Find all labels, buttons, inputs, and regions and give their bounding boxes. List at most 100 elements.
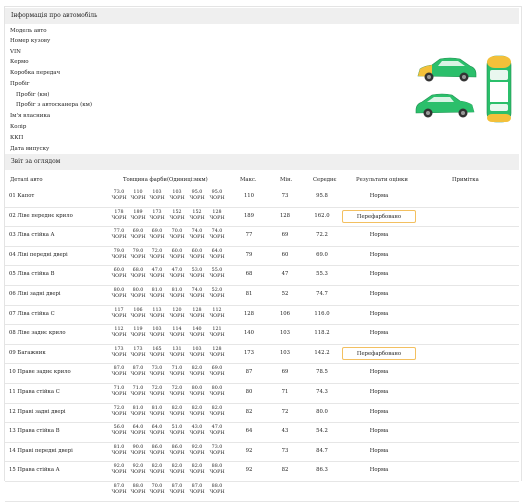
part-name: 03 Ліва стійка A: [9, 232, 55, 239]
min-value: 73: [281, 193, 289, 199]
max-value: 80: [245, 389, 253, 395]
part-name: 05 Ліва стійка B: [9, 271, 55, 278]
thickness-cell: 80.0 ЧОРН: [129, 288, 147, 300]
thickness-cell: 103 ЧОРН: [148, 327, 166, 339]
thickness-cell: 74.0 ЧОРН: [208, 229, 226, 241]
thickness-unit: ЧОРН: [209, 274, 225, 280]
thickness-unit: ЧОРН: [111, 352, 127, 358]
field-color: Колір: [10, 124, 27, 130]
thickness-cell: 82.0 ЧОРН: [168, 406, 186, 418]
avg-value: 78.5: [316, 369, 328, 376]
thickness-cell: 121 ЧОРН: [208, 327, 226, 339]
thickness-unit: ЧОРН: [169, 196, 185, 201]
thickness-cell: 103 ЧОРН: [148, 190, 166, 202]
table-row: 04 Ліві передні двері 79.0 ЧОРН 79.0 ЧОРН 72.…: [5, 246, 519, 267]
thickness-unit: ЧОРН: [209, 411, 225, 417]
thickness-unit: ЧОРН: [149, 431, 165, 437]
thickness-unit: ЧОРН: [189, 196, 205, 201]
thickness-cell: 152 ЧОРН: [188, 210, 206, 222]
max-value: 110: [243, 193, 255, 199]
thickness-cell: 52.0 ЧОРН: [208, 288, 226, 300]
thickness-cell: 82.0 ЧОРН: [188, 464, 206, 476]
avg-value: 69.0: [316, 251, 328, 258]
avg-value: 84.7: [316, 447, 328, 454]
thickness-unit: ЧОРН: [209, 470, 225, 476]
thickness-cell: 73.0 ЧОРН: [110, 190, 128, 202]
col-min: Мін.: [280, 177, 293, 183]
thickness-cell: 80.0 ЧОРН: [188, 386, 206, 398]
thickness-cell: 81.0 ЧОРН: [148, 288, 166, 300]
thickness-cell: 73.0 ЧОРН: [148, 366, 166, 378]
field-mileage-km: Пробіг (км): [16, 92, 50, 98]
thickness-cell: 87.0 ЧОРН: [129, 366, 147, 378]
thickness-unit: ЧОРН: [189, 372, 205, 378]
thickness-cell: 165 ЧОРН: [148, 347, 166, 359]
thickness-unit: ЧОРН: [149, 490, 165, 495]
thickness-unit: ЧОРН: [111, 235, 127, 241]
thickness-unit: ЧОРН: [209, 313, 225, 319]
thickness-cell: 120 ЧОРН: [168, 308, 186, 320]
part-name: 13 Права стійка B: [9, 428, 60, 435]
thickness-cell: 72.0 ЧОРН: [110, 406, 128, 418]
max-value: 79: [245, 251, 253, 258]
result-value: Норма: [369, 291, 389, 297]
thickness-cell: 87.0 ЧОРН: [110, 484, 128, 496]
thickness-unit: ЧОРН: [130, 392, 146, 397]
max-value: 173: [243, 349, 255, 356]
car-info-header: Інформація про автомобіль: [5, 8, 519, 24]
thickness-cell: 80.0 ЧОРН: [208, 386, 226, 398]
thickness-unit: ЧОРН: [130, 215, 146, 221]
result-value: Норма: [369, 467, 389, 474]
thickness-unit: ЧОРН: [149, 450, 165, 456]
thickness-cell: 64.0 ЧОРН: [208, 249, 226, 261]
thickness-unit: ЧОРН: [111, 490, 127, 495]
col-thickness: Товщина фарби(Одиниці:мкм): [123, 177, 208, 183]
thickness-unit: ЧОРН: [111, 215, 127, 221]
table-row: 09 Багажник 173 ЧОРН 173 ЧОРН 165 ЧОРН 131 ЧОРН 1…: [5, 344, 519, 365]
thickness-unit: ЧОРН: [130, 352, 146, 358]
thickness-cell: 60.0 ЧОРН: [168, 249, 186, 261]
thickness-cell: 82.0 ЧОРН: [188, 366, 206, 378]
thickness-cell: 43.0 ЧОРН: [188, 425, 206, 437]
max-value: 128: [243, 310, 255, 317]
field-model: Модель авто: [10, 28, 47, 34]
thickness-unit: ЧОРН: [209, 235, 225, 241]
thickness-cell: 69.0 ЧОРН: [208, 366, 226, 378]
thickness-cell: 95.0 ЧОРН: [208, 190, 226, 202]
result-value: Норма: [369, 447, 389, 454]
thickness-unit: ЧОРН: [169, 392, 185, 397]
thickness-unit: ЧОРН: [209, 450, 225, 456]
thickness-cell: 71.0 ЧОРН: [168, 366, 186, 378]
max-value: 68: [245, 271, 253, 278]
thickness-unit: ЧОРН: [111, 313, 127, 319]
thickness-unit: ЧОРН: [111, 450, 127, 456]
max-value: 64: [245, 428, 253, 435]
thickness-cell: 69.0 ЧОРН: [148, 229, 166, 241]
thickness-unit: ЧОРН: [149, 215, 165, 221]
min-value: 43: [281, 428, 289, 435]
thickness-unit: ЧОРН: [149, 372, 165, 378]
field-mileage-scanner: Пробіг з автосканера (км): [16, 102, 93, 108]
avg-value: 55.3: [316, 271, 328, 278]
thickness-cell: 106 ЧОРН: [129, 308, 147, 320]
thickness-unit: ЧОРН: [130, 470, 146, 476]
part-name: 08 Ліве заднє крило: [9, 330, 66, 337]
avg-value: 74.3: [316, 389, 328, 395]
thickness-cell: 114 ЧОРН: [168, 327, 186, 339]
min-value: 73: [281, 447, 289, 454]
thickness-unit: ЧОРН: [111, 372, 127, 378]
thickness-unit: ЧОРН: [189, 215, 205, 221]
thickness-cell: 92.0 ЧОРН: [110, 464, 128, 476]
thickness-cell: 77.0 ЧОРН: [110, 229, 128, 241]
max-value: 82: [245, 408, 253, 415]
min-value: 69: [281, 232, 289, 239]
thickness-cell: 82.0 ЧОРН: [208, 406, 226, 418]
thickness-cell: 110 ЧОРН: [129, 190, 147, 202]
table-row: 14 Праві передні двері 81.0 ЧОРН 90.0 ЧОРН 86…: [5, 442, 519, 463]
thickness-unit: ЧОРН: [169, 372, 185, 378]
field-release-date: Дата випуску: [10, 146, 50, 152]
thickness-unit: ЧОРН: [111, 333, 127, 339]
thickness-cell: 92.0 ЧОРН: [188, 445, 206, 457]
avg-value: 74.7: [316, 291, 328, 297]
thickness-unit: ЧОРН: [111, 431, 127, 437]
